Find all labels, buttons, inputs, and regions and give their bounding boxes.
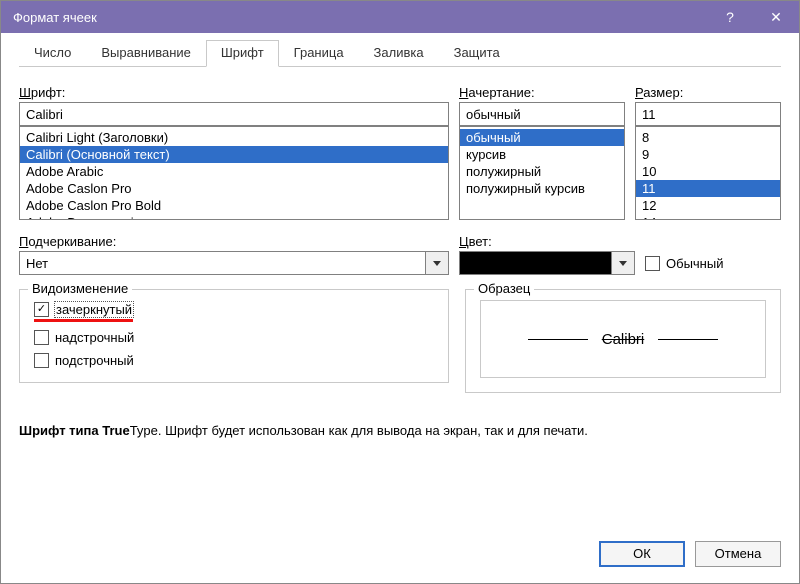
list-item[interactable]: обычный — [460, 129, 624, 146]
size-label: Размер: — [635, 85, 781, 100]
checkbox-icon — [645, 256, 660, 271]
list-item[interactable]: курсив — [460, 146, 624, 163]
color-combo[interactable] — [459, 251, 635, 275]
preview-box: Calibri — [480, 300, 766, 378]
strikethrough-label: зачеркнутый — [55, 302, 133, 317]
tab-fill[interactable]: Заливка — [359, 40, 439, 67]
list-item[interactable]: полужирный — [460, 163, 624, 180]
normal-font-checkbox[interactable]: Обычный — [645, 256, 723, 271]
color-swatch — [459, 251, 611, 275]
superscript-checkbox[interactable]: надстрочный — [34, 330, 134, 345]
list-item[interactable]: полужирный курсив — [460, 180, 624, 197]
list-item[interactable]: 14 — [636, 214, 780, 220]
list-item[interactable]: Calibri Light (Заголовки) — [20, 129, 448, 146]
superscript-label: надстрочный — [55, 330, 134, 345]
cancel-button[interactable]: Отмена — [695, 541, 781, 567]
list-item[interactable]: 9 — [636, 146, 780, 163]
preview-group-title: Образец — [474, 281, 534, 296]
underline-label: Подчеркивание: — [19, 234, 449, 249]
tab-protection[interactable]: Защита — [439, 40, 515, 67]
subscript-label: подстрочный — [55, 353, 134, 368]
underline-input[interactable] — [19, 251, 425, 275]
window-title: Формат ячеек — [13, 10, 707, 25]
preview-line-left — [528, 339, 588, 340]
list-item[interactable]: 12 — [636, 197, 780, 214]
effects-group-title: Видоизменение — [28, 281, 132, 296]
list-item[interactable]: 8 — [636, 129, 780, 146]
preview-text: Calibri — [602, 331, 645, 348]
list-item[interactable]: Adobe Caslon Pro — [20, 180, 448, 197]
font-label: Шрифт: — [19, 85, 449, 100]
tab-alignment[interactable]: Выравнивание — [86, 40, 205, 67]
list-item[interactable]: 10 — [636, 163, 780, 180]
checkbox-icon — [34, 302, 49, 317]
underline-combo[interactable] — [19, 251, 449, 275]
list-item[interactable]: Adobe Devanagari — [20, 214, 448, 220]
font-input[interactable] — [19, 102, 449, 126]
chevron-down-icon[interactable] — [425, 251, 449, 275]
preview-line-right — [658, 339, 718, 340]
list-item[interactable]: Calibri (Основной текст) — [20, 146, 448, 163]
style-input[interactable] — [459, 102, 625, 126]
titlebar: Формат ячеек ? ✕ — [1, 1, 799, 33]
checkbox-icon — [34, 330, 49, 345]
dialog-footer: ОК Отмена — [1, 527, 799, 583]
list-item[interactable]: Adobe Caslon Pro Bold — [20, 197, 448, 214]
help-button[interactable]: ? — [707, 1, 753, 33]
tab-number[interactable]: Число — [19, 40, 86, 67]
tab-border[interactable]: Граница — [279, 40, 359, 67]
ok-button[interactable]: ОК — [599, 541, 685, 567]
font-listbox[interactable]: Calibri Light (Заголовки) Calibri (Основ… — [19, 126, 449, 220]
tab-strip: Число Выравнивание Шрифт Граница Заливка… — [19, 39, 781, 67]
size-listbox[interactable]: 8 9 10 11 12 14 — [635, 126, 781, 220]
preview-group: Образец Calibri — [465, 289, 781, 393]
chevron-down-icon[interactable] — [611, 251, 635, 275]
close-button[interactable]: ✕ — [753, 1, 799, 33]
format-cells-dialog: Формат ячеек ? ✕ Число Выравнивание Шриф… — [0, 0, 800, 584]
strikethrough-checkbox[interactable]: зачеркнутый — [34, 302, 133, 317]
list-item[interactable]: 11 — [636, 180, 780, 197]
style-listbox[interactable]: обычный курсив полужирный полужирный кур… — [459, 126, 625, 220]
tab-font[interactable]: Шрифт — [206, 40, 279, 67]
normal-font-label: Обычный — [666, 256, 723, 271]
subscript-checkbox[interactable]: подстрочный — [34, 353, 134, 368]
effects-group: Видоизменение зачеркнутый — [19, 289, 449, 383]
color-label: Цвет: — [459, 234, 635, 249]
checkbox-icon — [34, 353, 49, 368]
style-label: Начертание: — [459, 85, 625, 100]
font-description: Шрифт типа TrueType. Шрифт будет использ… — [19, 423, 781, 438]
size-input[interactable] — [635, 102, 781, 126]
list-item[interactable]: Adobe Arabic — [20, 163, 448, 180]
